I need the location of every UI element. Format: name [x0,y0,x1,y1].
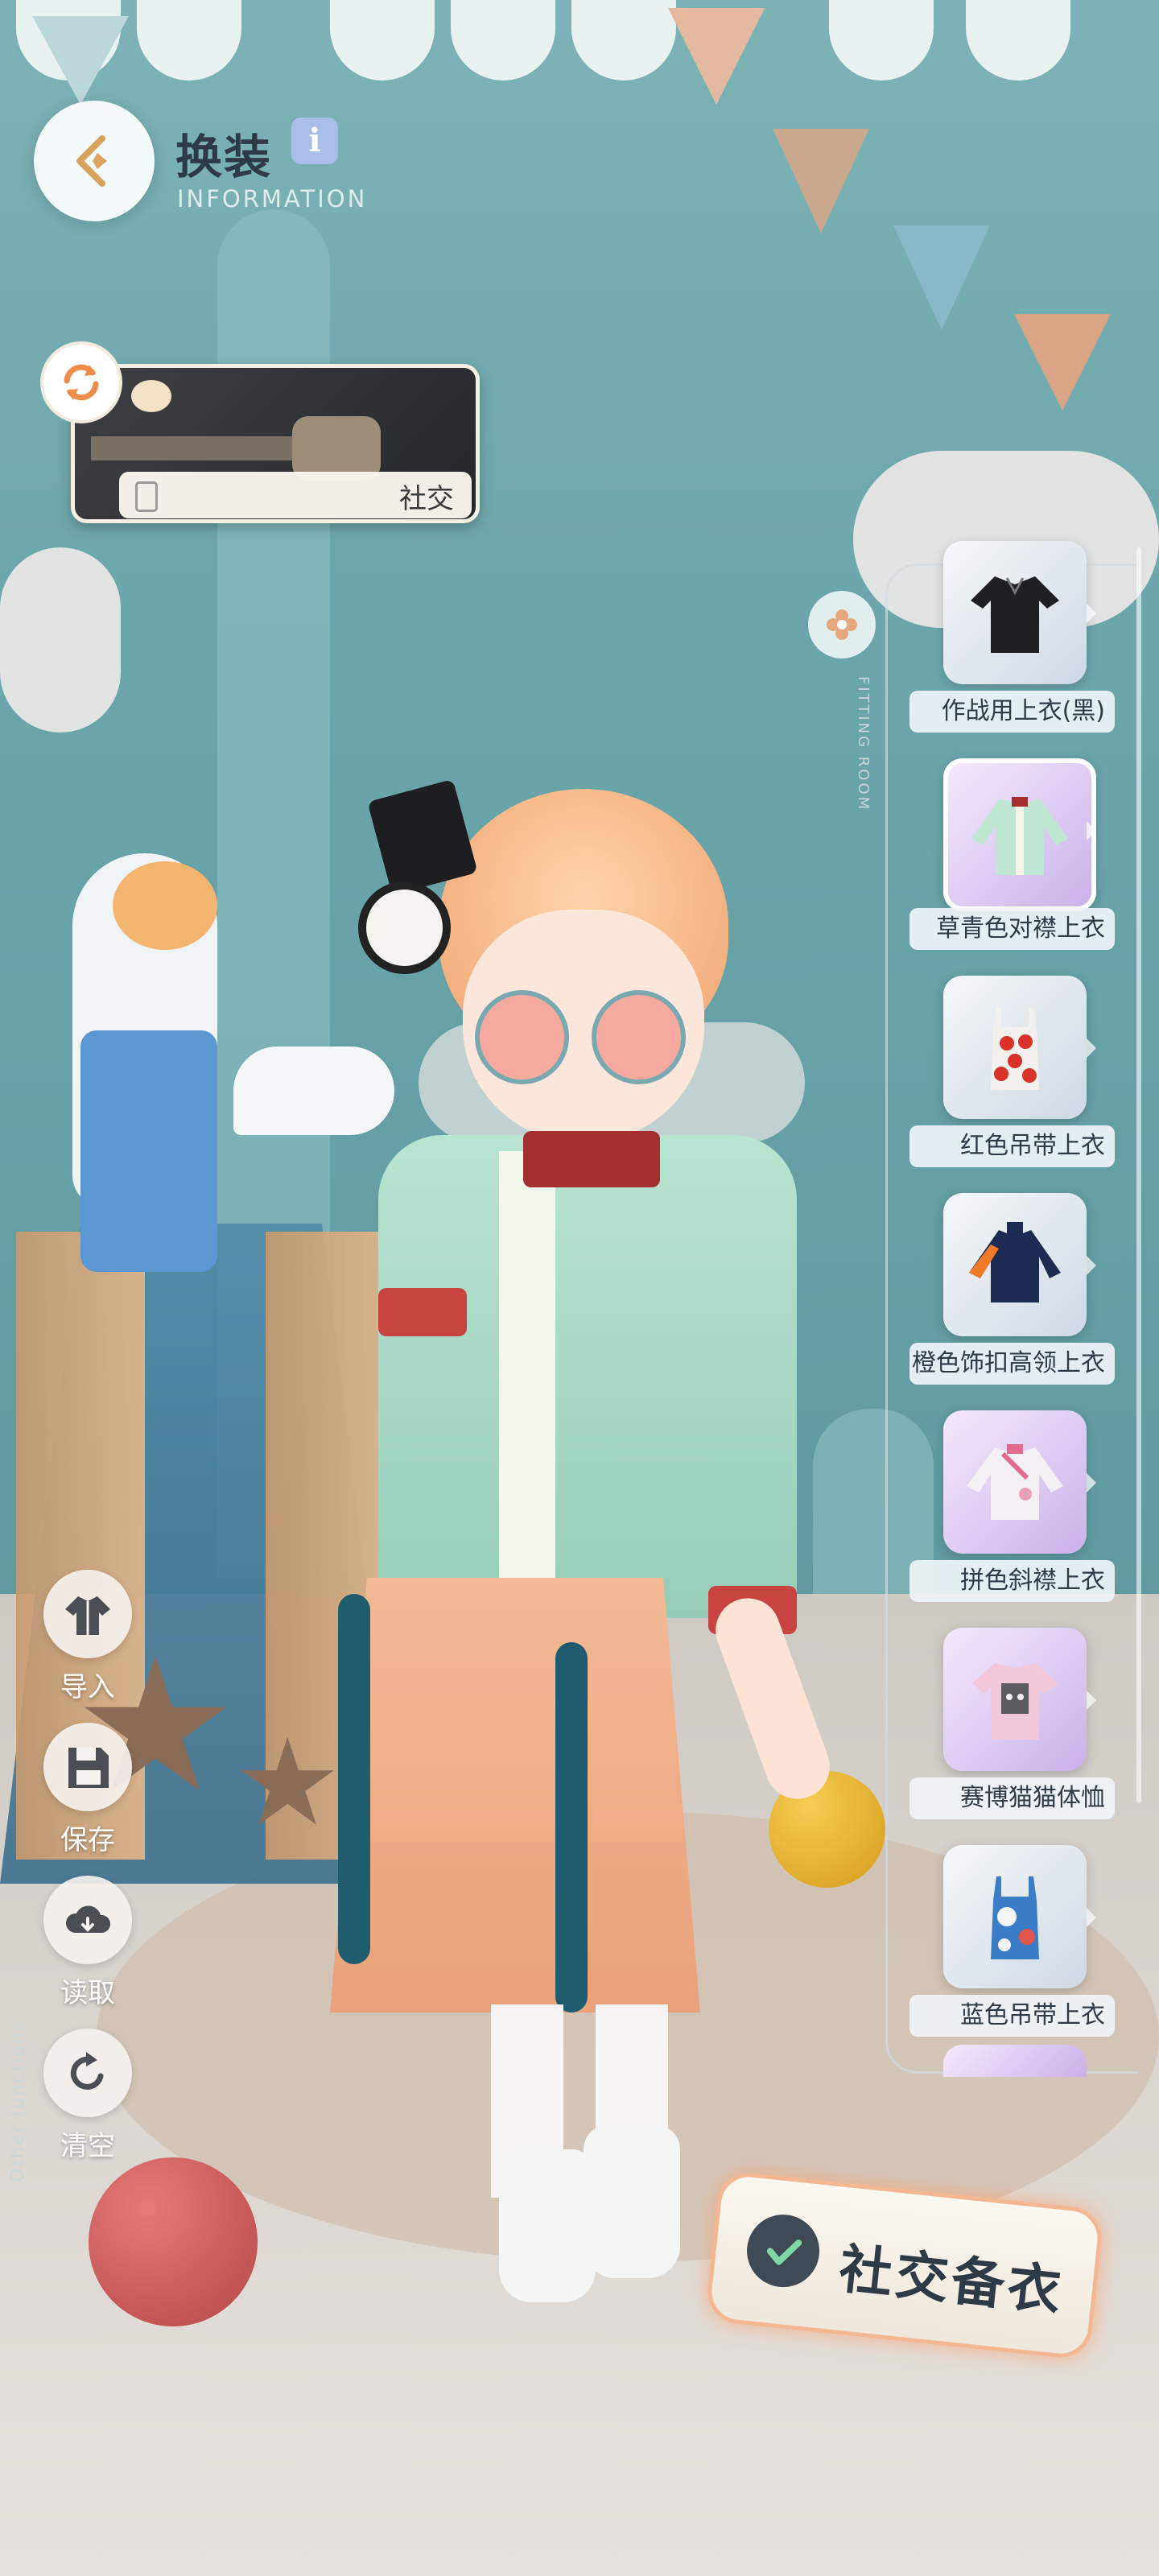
wall-cloud [419,1022,805,1143]
chair-shape [292,416,381,481]
item-arrow [1087,604,1096,623]
clothing-label: 作战用上衣(黑) [909,691,1115,733]
clothing-label: 蓝色吊带上衣 [909,1995,1115,2037]
switch-scene-button[interactable] [40,341,122,423]
save-button-circle [43,1723,132,1811]
load-button-circle [43,1876,132,1964]
bunting-flag [668,8,765,105]
clothing-thumbnail [943,1193,1087,1336]
clothing-label: 拼色斜襟上衣 [909,1560,1115,1602]
goose-scarf [80,1030,217,1272]
black-jacket-icon [971,576,1059,653]
check-icon [743,2211,823,2291]
clothing-thumbnail [943,1845,1087,1988]
bunting-flag [773,129,869,233]
bunting-flag [893,225,990,330]
load-label: 读取 [60,1977,115,2009]
clothing-item[interactable]: 橙色饰扣高领上衣 [909,1193,1135,1394]
other-functions-label: Other functions [8,2021,28,2182]
clothing-item[interactable]: 蓝色吊带上衣 [909,1845,1135,2046]
info-icon[interactable]: i [291,118,338,164]
yellow-ball [769,1771,885,1888]
phone-icon [135,481,158,512]
white-jacket-icon [967,1444,1063,1520]
clothing-thumbnail [943,541,1087,684]
item-arrow [1087,821,1096,840]
confirm-label: 社交备衣 [836,2237,1067,2323]
clothing-item[interactable]: 拼色斜襟上衣 [909,1410,1135,1612]
clothing-label: 红色吊带上衣 [909,1125,1115,1167]
lamp-shape [131,380,171,412]
wardrobe-scrollbar[interactable] [1136,547,1141,1803]
clothing-item[interactable]: 作战用上衣(黑) [909,541,1135,742]
clothing-thumbnail [943,1410,1087,1554]
bunting-flag [32,16,129,105]
blue-camisole-icon [991,1876,1039,1959]
clothing-label: 草青色对襟上衣 [909,908,1115,950]
load-button[interactable]: 读取 [35,1876,156,2021]
clothing-thumbnail [943,758,1096,911]
item-arrow [1087,1690,1096,1710]
back-button[interactable] [34,101,155,221]
clothing-item[interactable]: 草青色对襟上衣 [909,758,1135,960]
clear-button[interactable]: 清空 [35,2029,156,2174]
import-button[interactable]: 导入 [35,1570,156,1715]
red-camisole-icon [991,1007,1039,1090]
star-cushion: ★ [233,1713,342,1853]
import-button-circle [43,1570,132,1658]
red-ball [89,2157,258,2326]
green-jacket-icon [971,797,1068,875]
cat-tshirt-icon [972,1663,1058,1740]
item-arrow [1087,1038,1096,1058]
scene-label-bar[interactable]: 社交 [119,472,472,518]
wall-cloud [0,547,121,733]
page-title: 换装 [175,130,273,184]
clothing-thumbnail [943,1628,1087,1771]
page-subtitle: INFORMATION [177,185,368,213]
save-button[interactable]: 保存 [35,1723,156,1868]
item-arrow [1087,1256,1096,1275]
clothing-thumbnail [943,976,1087,1119]
item-arrow [1087,1473,1096,1492]
panel-vertical-label: FITTING ROOM [855,676,872,812]
navy-highneck-icon [969,1222,1061,1302]
goose-beak [113,861,217,950]
clothing-item[interactable]: 赛博猫猫体恤 [909,1628,1135,1829]
save-icon [68,1748,109,1788]
clothing-item-partial[interactable] [943,2045,1087,2077]
clothing-item[interactable]: 红色吊带上衣 [909,976,1135,1177]
item-arrow [1087,1908,1096,1927]
clear-button-circle [43,2029,132,2117]
goose-wing [233,1046,394,1135]
cloud-load-icon [65,1905,111,1933]
save-label: 保存 [60,1824,115,1856]
clothing-label: 橙色饰扣高领上衣 [909,1343,1115,1385]
clear-label: 清空 [60,2130,115,2162]
back-arrow-icon [76,135,107,187]
clothing-label: 赛博猫猫体恤 [909,1777,1115,1819]
refresh-icon [64,364,99,401]
reset-icon [70,2052,104,2090]
import-shirt-icon [65,1596,110,1635]
scene-label: 社交 [399,483,454,515]
bunting-flag [1014,314,1111,411]
filter-button[interactable] [808,591,876,658]
flower-icon [827,609,857,640]
import-label: 导入 [60,1671,115,1703]
